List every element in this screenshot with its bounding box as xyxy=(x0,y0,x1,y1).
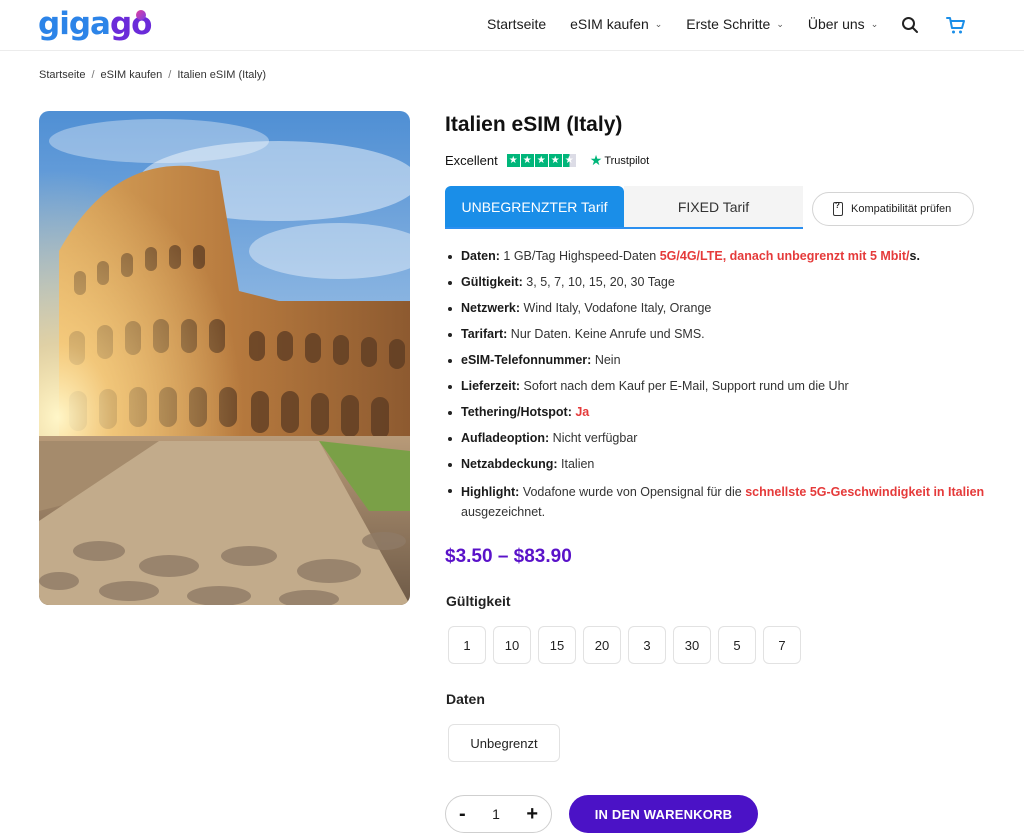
compatibility-label: Kompatibilität prüfen xyxy=(851,203,952,215)
feature-label: eSIM-Telefonnummer: xyxy=(461,353,592,367)
feature-item: Daten: 1 GB/Tag Highspeed-Daten 5G/4G/LT… xyxy=(445,248,985,265)
add-to-cart-button[interactable]: IN DEN WARENKORB xyxy=(569,795,758,833)
feature-text: Nein xyxy=(594,353,621,367)
nav-label: eSIM kaufen xyxy=(570,16,649,32)
tab-unbegrenzter-tarif[interactable]: UNBEGRENZTER Tarif xyxy=(445,186,624,227)
feature-text: Vodafone wurde von Opensignal für die xyxy=(522,485,746,499)
validity-label: Gültigkeit xyxy=(446,593,511,609)
trustpilot-star-icon: ★ xyxy=(589,152,603,168)
nav-label: Startseite xyxy=(487,16,547,32)
quantity-stepper: - 1 + xyxy=(445,795,552,833)
breadcrumb-link-esim-kaufen[interactable]: eSIM kaufen xyxy=(101,69,163,81)
feature-label: Highlight: xyxy=(461,485,520,499)
logo-mark xyxy=(136,10,146,20)
data-option-unbegrenzt[interactable]: Unbegrenzt xyxy=(448,724,560,762)
quantity-minus-button[interactable]: - xyxy=(459,803,466,826)
breadcrumb-separator: / xyxy=(91,69,95,81)
feature-label: Daten: xyxy=(461,249,500,263)
half-star-icon: ★ xyxy=(562,154,576,167)
breadcrumb-separator: / xyxy=(168,69,172,81)
star-icon: ★ xyxy=(534,154,548,167)
cart-icon[interactable] xyxy=(946,15,966,35)
validity-option[interactable]: 15 xyxy=(538,626,576,664)
feature-text: 3, 5, 7, 10, 15, 20, 30 Tage xyxy=(526,275,675,289)
validity-options: 1 10 15 20 3 30 5 7 xyxy=(448,626,801,664)
nav-item-startseite[interactable]: Startseite xyxy=(487,16,546,32)
chevron-down-icon: ⌄ xyxy=(776,18,784,29)
product-title: Italien eSIM (Italy) xyxy=(445,113,623,136)
feature-label: Tarifart: xyxy=(461,327,508,341)
nav-label: Über uns xyxy=(807,16,865,32)
plan-tabs: UNBEGRENZTER Tarif FIXED Tarif xyxy=(445,186,803,229)
feature-item: Tarifart: Nur Daten. Keine Anrufe und SM… xyxy=(445,326,985,343)
main-nav: Startseite eSIM kaufen ⌄ Erste Schritte ⌄ … xyxy=(487,16,902,32)
validity-option[interactable]: 1 xyxy=(448,626,486,664)
validity-option[interactable]: 20 xyxy=(583,626,621,664)
feature-list: Daten: 1 GB/Tag Highspeed-Daten 5G/4G/LT… xyxy=(445,248,985,522)
breadcrumb: Startseite / eSIM kaufen / Italien eSIM … xyxy=(39,69,266,81)
quantity-value[interactable]: 1 xyxy=(492,806,500,822)
validity-option[interactable]: 5 xyxy=(718,626,756,664)
rating-label: Excellent xyxy=(445,153,498,168)
trustpilot-rating[interactable]: Excellent ★ ★ ★ ★ ★ ★ Trustpilot xyxy=(445,152,649,169)
rating-stars: ★ ★ ★ ★ ★ xyxy=(506,154,576,167)
validity-option[interactable]: 3 xyxy=(628,626,666,664)
feature-label: Lieferzeit: xyxy=(461,379,521,393)
nav-item-erste-schritte[interactable]: Erste Schritte ⌄ xyxy=(686,16,784,32)
feature-suffix: ausgezeichnet. xyxy=(461,505,546,519)
feature-item: Lieferzeit: Sofort nach dem Kauf per E-M… xyxy=(445,378,985,395)
nav-item-ueber-uns[interactable]: Über uns ⌄ xyxy=(808,16,878,32)
feature-item: eSIM-Telefonnummer: Nein xyxy=(445,352,985,369)
feature-label: Netzabdeckung: xyxy=(461,457,558,471)
feature-suffix: s. xyxy=(909,249,920,263)
feature-label: Netzwerk: xyxy=(461,301,521,315)
feature-text: 1 GB/Tag Highspeed-Daten xyxy=(503,249,660,263)
chevron-down-icon: ⌄ xyxy=(654,18,663,29)
breadcrumb-current: Italien eSIM (Italy) xyxy=(177,69,266,81)
feature-text: Wind Italy, Vodafone Italy, Orange xyxy=(523,301,712,315)
feature-text: Nur Daten. Keine Anrufe und SMS. xyxy=(510,327,705,341)
feature-item: Tethering/Hotspot: Ja xyxy=(445,404,985,421)
chevron-down-icon: ⌄ xyxy=(870,18,879,29)
breadcrumb-link-startseite[interactable]: Startseite xyxy=(39,69,85,81)
search-icon[interactable] xyxy=(901,16,919,34)
site-header: gigago Startseite eSIM kaufen ⌄ Erste Sch… xyxy=(0,0,1024,51)
nav-label: Erste Schritte xyxy=(686,16,771,32)
tab-fixed-tarif[interactable]: FIXED Tarif xyxy=(624,186,803,227)
trustpilot-logo: ★ Trustpilot xyxy=(590,152,649,169)
feature-text: Sofort nach dem Kauf per E-Mail, Support… xyxy=(523,379,849,393)
validity-option[interactable]: 30 xyxy=(673,626,711,664)
feature-item: Netzabdeckung: Italien xyxy=(445,456,985,473)
feature-highlight: 5G/4G/LTE, danach unbegrenzt mit 5 Mbit/ xyxy=(659,249,910,263)
validity-option[interactable]: 7 xyxy=(763,626,801,664)
nav-item-esim-kaufen[interactable]: eSIM kaufen ⌄ xyxy=(570,16,662,32)
feature-item: Highlight: Vodafone wurde von Opensignal… xyxy=(445,482,985,522)
product-image-colosseum[interactable] xyxy=(39,111,410,605)
feature-item: Netzwerk: Wind Italy, Vodafone Italy, Or… xyxy=(445,300,985,317)
quantity-plus-button[interactable]: + xyxy=(526,803,538,826)
data-label: Daten xyxy=(446,691,485,707)
star-icon: ★ xyxy=(548,154,562,167)
feature-label: Tethering/Hotspot: xyxy=(461,405,572,419)
gigago-logo[interactable]: gigago xyxy=(38,6,152,42)
feature-text: Nicht verfügbar xyxy=(552,431,638,445)
feature-label: Gültigkeit: xyxy=(461,275,523,289)
star-icon: ★ xyxy=(520,154,534,167)
price-range: $3.50 – $83.90 xyxy=(445,546,572,567)
feature-item: Gültigkeit: 3, 5, 7, 10, 15, 20, 30 Tage xyxy=(445,274,985,291)
compatibility-check-button[interactable]: Kompatibilität prüfen xyxy=(812,192,974,226)
logo-text: gigago xyxy=(38,6,152,42)
phone-question-icon xyxy=(833,201,843,216)
feature-item: Aufladeoption: Nicht verfügbar xyxy=(445,430,985,447)
trustpilot-label: Trustpilot xyxy=(604,154,650,167)
feature-label: Aufladeoption: xyxy=(461,431,550,445)
validity-option[interactable]: 10 xyxy=(493,626,531,664)
feature-text: Italien xyxy=(561,457,595,471)
feature-highlight: schnellste 5G-Geschwindigkeit in Italien xyxy=(745,485,985,499)
star-icon: ★ xyxy=(506,154,520,167)
feature-highlight: Ja xyxy=(575,405,590,419)
